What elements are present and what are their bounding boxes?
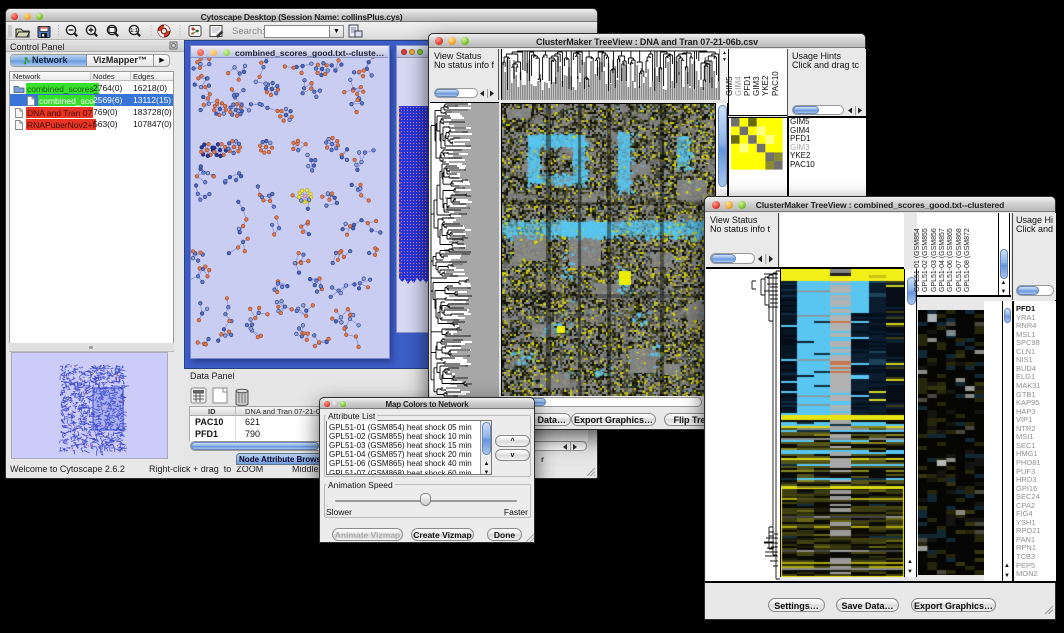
svg-text:Search:: Search: (232, 26, 265, 37)
svg-text:1:1: 1:1 (130, 28, 137, 34)
